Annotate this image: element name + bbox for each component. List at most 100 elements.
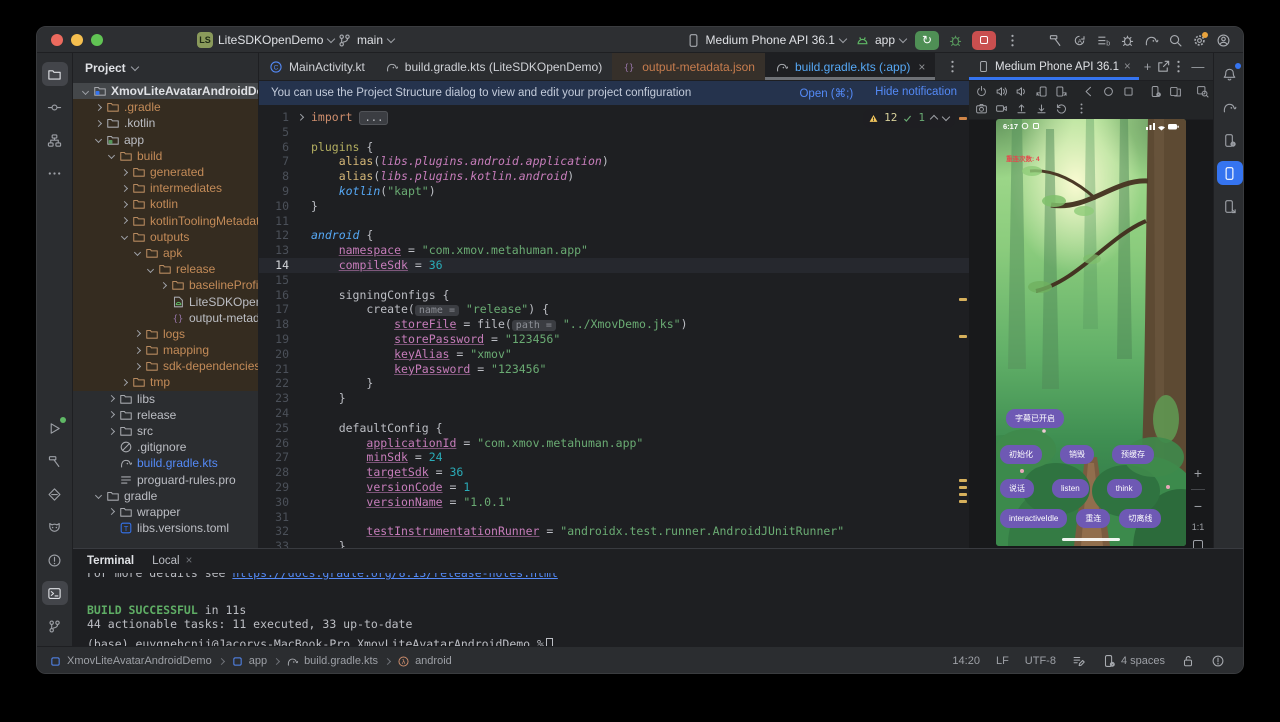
tree-folder-apk[interactable]: apk <box>73 245 258 261</box>
tree-folder-baselineprofiles[interactable]: baselineProfiles <box>73 277 258 293</box>
tree-folder-intermediates[interactable]: intermediates <box>73 180 258 196</box>
tree-folder--kotlin[interactable]: .kotlin <box>73 115 258 131</box>
code-line-20[interactable]: 20 keyAlias = "xmov" <box>259 347 969 362</box>
emulator-kebab-icon[interactable] <box>1075 102 1088 115</box>
tree-file-build-gradle-kts[interactable]: build.gradle.kts <box>73 455 258 471</box>
code-line-27[interactable]: 27 minSdk = 24 <box>259 450 969 465</box>
chevron-right-icon[interactable] <box>133 330 140 337</box>
close-terminal-tab-icon[interactable]: × <box>186 555 193 567</box>
code-line-10[interactable]: 10} <box>259 199 969 214</box>
project-widget[interactable]: LS LiteSDKOpenDemo <box>197 27 334 53</box>
code-line-16[interactable]: 16 signingConfigs { <box>259 288 969 303</box>
hide-panel-button[interactable]: — <box>1186 59 1214 74</box>
scrollbar-warning-mark[interactable] <box>959 493 967 496</box>
run-options-kebab-icon[interactable] <box>1005 33 1020 48</box>
chevron-right-icon[interactable] <box>107 411 114 418</box>
scrollbar-warning-mark[interactable] <box>959 500 967 503</box>
chevron-right-icon[interactable] <box>94 104 101 111</box>
editor-tab-mainactivity-kt[interactable]: CMainActivity.kt <box>259 53 375 80</box>
editor-tab-build-gradle-kts-litesdkopendemo-[interactable]: build.gradle.kts (LiteSDKOpenDemo) <box>375 53 612 80</box>
line-separator[interactable]: LF <box>996 655 1009 667</box>
tree-folder-libs[interactable]: libs <box>73 391 258 407</box>
search-everywhere-button[interactable] <box>1168 33 1183 48</box>
chevron-down-icon[interactable] <box>94 136 101 143</box>
phone-home-indicator[interactable] <box>1062 538 1120 542</box>
nav-overview-icon[interactable] <box>1122 85 1135 98</box>
volume-down-icon[interactable] <box>1015 85 1028 98</box>
tree-folder-release[interactable]: release <box>73 407 258 423</box>
code-line-6[interactable]: 6plugins { <box>259 140 969 155</box>
code-line-30[interactable]: 30 versionName = "1.0.1" <box>259 495 969 510</box>
tree-folder-kotlin[interactable]: kotlin <box>73 196 258 212</box>
chevron-right-icon[interactable] <box>94 120 101 127</box>
close-tab-icon[interactable]: × <box>918 60 925 74</box>
tree-file-libs-versions-toml[interactable]: Tlibs.versions.toml <box>73 520 258 536</box>
project-tool-icon[interactable] <box>42 62 68 86</box>
tree-folder-gradle[interactable]: gradle <box>73 488 258 504</box>
scrollbar-warning-mark[interactable] <box>959 335 967 338</box>
project-panel-header[interactable]: Project <box>73 53 258 83</box>
code-editor[interactable]: 12 1 1import ...56plugins {7 alias(libs.… <box>259 105 969 548</box>
displays-icon[interactable] <box>1169 85 1182 98</box>
rerun-button[interactable]: ↻ <box>915 31 939 50</box>
code-line-15[interactable]: 15 <box>259 273 969 288</box>
terminal-tab-local[interactable]: Local × <box>152 555 192 567</box>
nav-home-icon[interactable] <box>1102 85 1115 98</box>
tree-folder-tmp[interactable]: tmp <box>73 374 258 390</box>
device-manager-icon[interactable] <box>1217 128 1243 152</box>
app-button-think[interactable]: think <box>1107 479 1142 498</box>
code-line-5[interactable]: 5 <box>259 125 969 140</box>
code-line-12[interactable]: 12android { <box>259 228 969 243</box>
code-line-32[interactable]: 32 testInstrumentationRunner = "androidx… <box>259 524 969 539</box>
code-line-21[interactable]: 21 keyPassword = "123456" <box>259 362 969 377</box>
scrollbar-warning-mark[interactable] <box>959 479 967 482</box>
zoom-in-button[interactable]: + <box>1194 465 1202 481</box>
breadcrumb-build-gradle-kts[interactable]: build.gradle.kts <box>286 655 378 668</box>
code-line-13[interactable]: 13 namespace = "com.xmov.metahuman.app" <box>259 243 969 258</box>
tree-folder-kotlintoolingmetadata[interactable]: kotlinToolingMetadata <box>73 213 258 229</box>
chevron-right-icon[interactable] <box>133 363 140 370</box>
app-button-预缓存[interactable]: 预缓存 <box>1112 445 1154 464</box>
tree-folder-release[interactable]: release <box>73 261 258 277</box>
chevron-down-icon[interactable] <box>146 266 153 273</box>
emulator-screen[interactable]: 6:17 重连次数: 4 字幕已开启 初始化销毁预缓存 说话listenthin… <box>996 119 1186 546</box>
nav-back-icon[interactable] <box>1082 85 1095 98</box>
screenshot-icon[interactable] <box>975 102 988 115</box>
tree-file-output-metadata-json[interactable]: {}output-metadata.json <box>73 310 258 326</box>
terminal-tool-icon[interactable] <box>42 581 68 605</box>
scrollbar-marks[interactable] <box>959 105 967 548</box>
code-line-28[interactable]: 28 targetSdk = 36 <box>259 465 969 480</box>
code-line-26[interactable]: 26 applicationId = "com.xmov.metahuman.a… <box>259 436 969 451</box>
code-line-14[interactable]: 14 compileSdk = 36 <box>259 258 969 273</box>
editor-tab-output-metadata-json[interactable]: {}output-metadata.json <box>612 53 765 80</box>
volume-up-icon[interactable] <box>995 85 1008 98</box>
running-devices-icon[interactable] <box>1217 161 1243 185</box>
fold-arrow-icon[interactable] <box>297 114 303 120</box>
settings-button[interactable] <box>1192 33 1207 48</box>
zoom-out-button[interactable]: − <box>1194 498 1202 514</box>
close-window-button[interactable] <box>51 34 63 46</box>
inlay-hints-icon[interactable] <box>1072 654 1086 668</box>
debug-button[interactable] <box>948 33 963 48</box>
app-button-interactiveidle[interactable]: interactiveIdle <box>1000 509 1067 528</box>
app-button-说话[interactable]: 说话 <box>1000 479 1034 498</box>
tree-folder-logs[interactable]: logs <box>73 326 258 342</box>
device-streaming-icon[interactable] <box>1217 194 1243 218</box>
open-in-window-icon[interactable] <box>1156 59 1171 74</box>
stop-button[interactable] <box>972 31 996 50</box>
code-line-22[interactable]: 22 } <box>259 376 969 391</box>
code-line-33[interactable]: 33 } <box>259 539 969 548</box>
logcat-icon[interactable] <box>42 515 68 539</box>
banner-open-link[interactable]: Open (⌘;) <box>799 86 853 100</box>
app-button-listen[interactable]: listen <box>1052 479 1089 498</box>
app-button-重连[interactable]: 重连 <box>1076 509 1110 528</box>
code-line-7[interactable]: 7 alias(libs.plugins.android.application… <box>259 154 969 169</box>
terminal-title[interactable]: Terminal <box>87 555 134 567</box>
code-line-9[interactable]: 9 kotlin("kapt") <box>259 184 969 199</box>
screen-record-icon[interactable] <box>995 102 1008 115</box>
readonly-toggle-icon[interactable] <box>1181 654 1195 668</box>
code-line-29[interactable]: 29 versionCode = 1 <box>259 480 969 495</box>
code-line-11[interactable]: 11 <box>259 214 969 229</box>
build-variants-button[interactable]: b <box>1096 33 1111 48</box>
download-icon[interactable] <box>1035 102 1048 115</box>
